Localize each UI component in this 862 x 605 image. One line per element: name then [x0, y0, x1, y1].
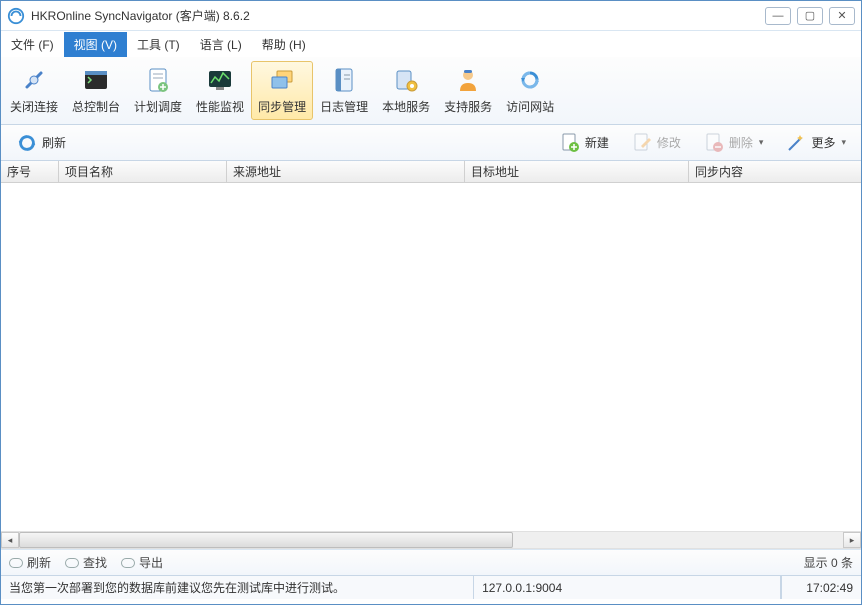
footer-label: 导出: [139, 554, 163, 571]
dropdown-caret-icon: ▾: [841, 137, 846, 148]
action-bar: 刷新 新建 修改 删除 ▾ 更多 ▾: [1, 125, 861, 161]
refresh-button[interactable]: 刷新: [7, 127, 75, 159]
scroll-track[interactable]: [19, 532, 843, 548]
menu-file[interactable]: 文件 (F): [1, 32, 64, 57]
action-label: 刷新: [42, 134, 66, 151]
scroll-right-button[interactable]: ▸: [843, 532, 861, 548]
main-toolbar: 关闭连接 总控制台 计划调度 性能监视 同步管理 日志管理 本地服务 支持服务 …: [1, 57, 861, 125]
server-gear-icon: [390, 64, 422, 96]
terminal-icon: [80, 64, 112, 96]
support-person-icon: [452, 64, 484, 96]
menu-bar: 文件 (F) 视图 (V) 工具 (T) 语言 (L) 帮助 (H): [1, 31, 861, 57]
scroll-left-button[interactable]: ◂: [1, 532, 19, 548]
window-controls: ― ▢ ✕: [765, 7, 855, 25]
footer-label: 查找: [83, 554, 107, 571]
scroll-thumb[interactable]: [19, 532, 513, 548]
action-label: 更多: [811, 134, 835, 151]
window-title: HKROnline SyncNavigator (客户端) 8.6.2: [31, 7, 765, 24]
globe-refresh-icon: [514, 64, 546, 96]
tool-label: 同步管理: [258, 98, 306, 115]
console-button[interactable]: 总控制台: [65, 61, 127, 120]
status-address: 127.0.0.1:9004: [474, 576, 781, 599]
tool-label: 日志管理: [320, 98, 368, 115]
toggle-icon: [65, 558, 79, 568]
edit-button[interactable]: 修改: [622, 127, 690, 159]
close-button[interactable]: ✕: [829, 7, 855, 25]
app-logo-icon: [7, 7, 25, 25]
action-label: 删除: [729, 134, 753, 151]
monitor-chart-icon: [204, 64, 236, 96]
toggle-icon: [121, 558, 135, 568]
column-header-no[interactable]: 序号: [1, 161, 59, 182]
tool-label: 计划调度: [134, 98, 182, 115]
status-message: 当您第一次部署到您的数据库前建议您先在测试库中进行测试。: [1, 576, 474, 599]
windows-stack-icon: [266, 64, 298, 96]
menu-view[interactable]: 视图 (V): [64, 32, 127, 57]
visit-website-button[interactable]: 访问网站: [499, 61, 561, 120]
footer-count: 显示 0 条: [804, 554, 853, 571]
menu-help[interactable]: 帮助 (H): [252, 32, 316, 57]
action-label: 新建: [585, 134, 609, 151]
tool-label: 总控制台: [72, 98, 120, 115]
menu-language[interactable]: 语言 (L): [190, 32, 252, 57]
document-delete-icon: [703, 132, 725, 154]
footer-refresh-link[interactable]: 刷新: [9, 554, 51, 571]
footer-export-link[interactable]: 导出: [121, 554, 163, 571]
sync-management-button[interactable]: 同步管理: [251, 61, 313, 120]
title-bar: HKROnline SyncNavigator (客户端) 8.6.2 ― ▢ …: [1, 1, 861, 31]
document-edit-icon: [631, 132, 653, 154]
toggle-icon: [9, 558, 23, 568]
local-service-button[interactable]: 本地服务: [375, 61, 437, 120]
table-body: [1, 183, 861, 531]
column-header-name[interactable]: 项目名称: [59, 161, 227, 182]
maximize-button[interactable]: ▢: [797, 7, 823, 25]
delete-button[interactable]: 删除 ▾: [694, 127, 773, 159]
support-service-button[interactable]: 支持服务: [437, 61, 499, 120]
tool-label: 性能监视: [196, 98, 244, 115]
status-time: 17:02:49: [781, 576, 861, 599]
new-button[interactable]: 新建: [550, 127, 618, 159]
column-header-content[interactable]: 同步内容: [689, 161, 861, 182]
performance-button[interactable]: 性能监视: [189, 61, 251, 120]
log-management-button[interactable]: 日志管理: [313, 61, 375, 120]
table-header: 序号 项目名称 来源地址 目标地址 同步内容: [1, 161, 861, 183]
footer-find-link[interactable]: 查找: [65, 554, 107, 571]
plug-icon: [18, 64, 50, 96]
action-label: 修改: [657, 134, 681, 151]
footer-bar: 刷新 查找 导出 显示 0 条: [1, 549, 861, 575]
column-header-target[interactable]: 目标地址: [465, 161, 689, 182]
status-bar: 当您第一次部署到您的数据库前建议您先在测试库中进行测试。 127.0.0.1:9…: [1, 575, 861, 599]
footer-label: 刷新: [27, 554, 51, 571]
close-connection-button[interactable]: 关闭连接: [3, 61, 65, 120]
dropdown-caret-icon: ▾: [759, 137, 764, 148]
menu-tool[interactable]: 工具 (T): [127, 32, 190, 57]
more-button[interactable]: 更多 ▾: [776, 127, 855, 159]
notebook-icon: [328, 64, 360, 96]
document-add-icon: [559, 132, 581, 154]
tool-label: 访问网站: [506, 98, 554, 115]
horizontal-scrollbar[interactable]: ◂ ▸: [1, 531, 861, 549]
document-plus-icon: [142, 64, 174, 96]
tool-label: 支持服务: [444, 98, 492, 115]
minimize-button[interactable]: ―: [765, 7, 791, 25]
tool-label: 关闭连接: [10, 98, 58, 115]
wand-icon: [785, 132, 807, 154]
column-header-source[interactable]: 来源地址: [227, 161, 465, 182]
schedule-button[interactable]: 计划调度: [127, 61, 189, 120]
refresh-icon: [16, 132, 38, 154]
tool-label: 本地服务: [382, 98, 430, 115]
